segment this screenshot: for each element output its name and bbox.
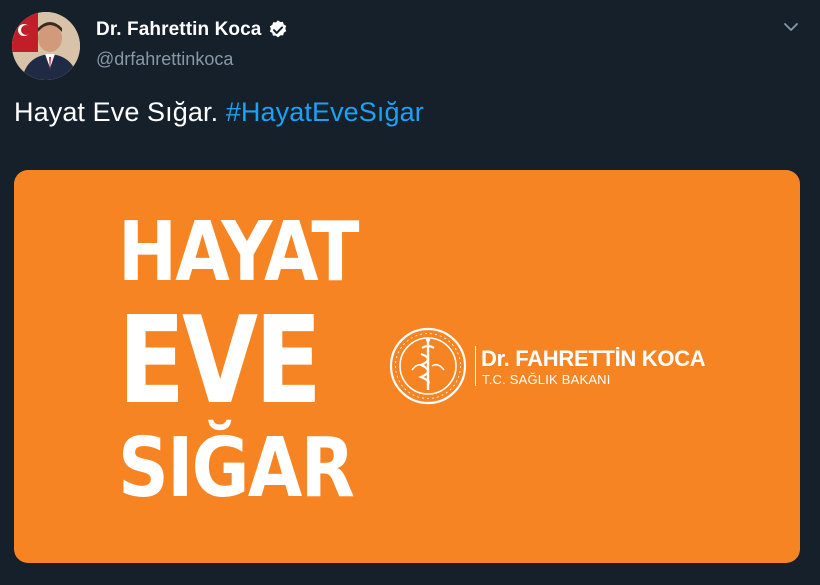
hashtag-link[interactable]: #HayatEveSığar (226, 97, 424, 127)
ministry-emblem-icon (388, 326, 468, 406)
signature-name: Dr. FAHRETTİN KOCA (481, 346, 706, 371)
author-display-name[interactable]: Dr. Fahrettin Koca (96, 19, 261, 41)
chevron-down-icon[interactable] (782, 20, 800, 34)
signature-divider (475, 346, 476, 386)
slogan-line-2: EVE (118, 292, 322, 431)
tweet-text: Hayat Eve Sığar. #HayatEveSığar (14, 97, 424, 128)
tweet-card: Dr. Fahrettin Koca @drfahrettinkoca Haya… (0, 0, 820, 585)
author-handle[interactable]: @drfahrettinkoca (96, 49, 233, 70)
slogan-line-1: HAYAT (118, 205, 359, 300)
slogan-line-3: SIĞAR (118, 421, 355, 516)
signature-title: T.C. SAĞLIK BAKANI (482, 372, 611, 387)
avatar[interactable] (12, 12, 80, 80)
tweet-body-text: Hayat Eve Sığar. (14, 97, 226, 127)
verified-badge-icon (267, 19, 289, 41)
tweet-media-image[interactable]: HAYAT EVE SIĞAR Dr. FAHRETTİN KOCA T.C. … (14, 170, 800, 563)
author-name-row[interactable]: Dr. Fahrettin Koca (96, 19, 289, 41)
